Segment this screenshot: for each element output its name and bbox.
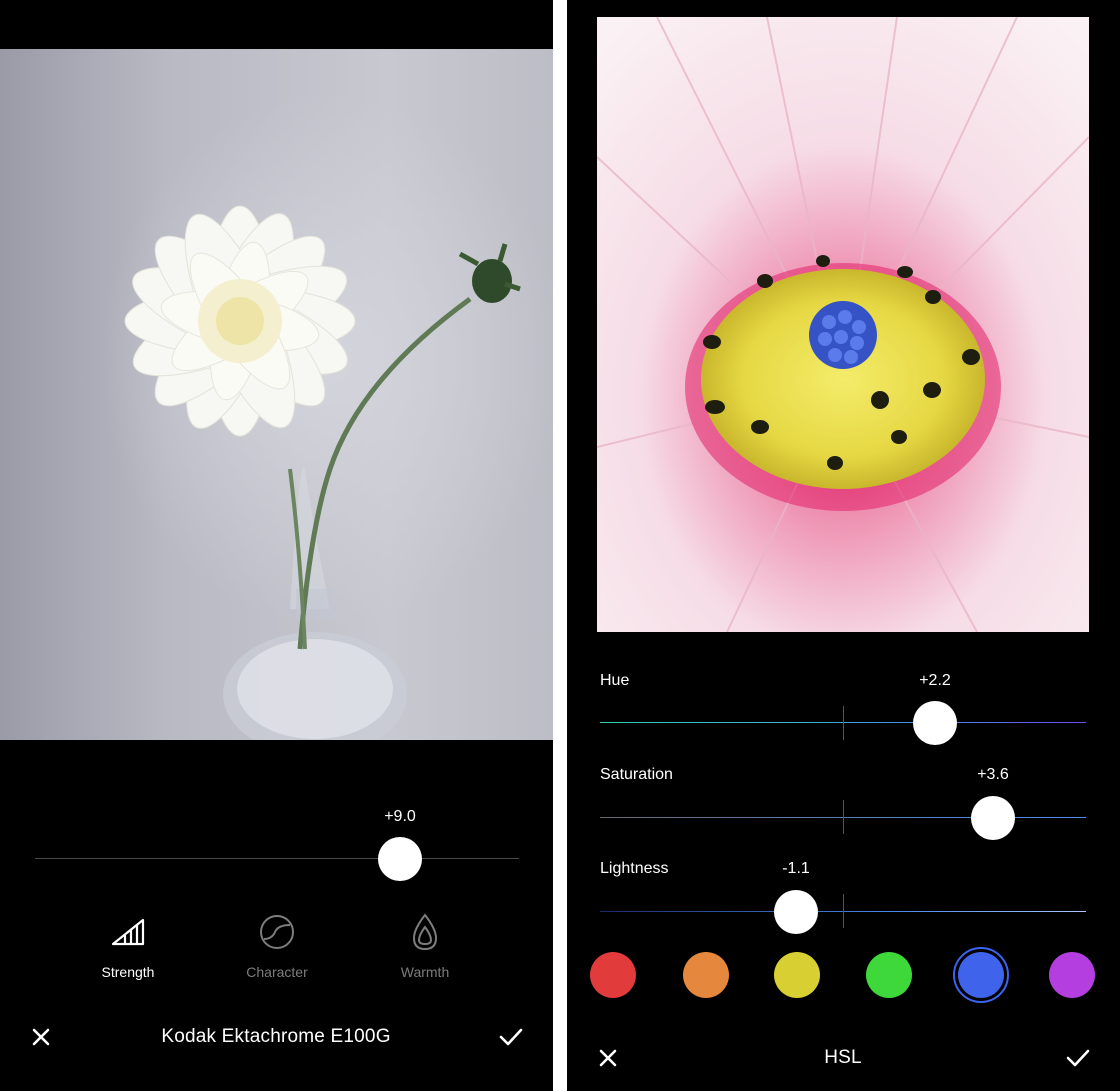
strength-value: +9.0 xyxy=(384,808,416,825)
confirm-button[interactable] xyxy=(496,1022,526,1052)
hue-label: Hue xyxy=(600,672,630,689)
hue-slider-thumb[interactable] xyxy=(913,701,957,745)
close-icon xyxy=(32,1028,50,1046)
tool-character[interactable]: Character xyxy=(217,910,337,980)
character-icon xyxy=(217,910,337,954)
strength-icon xyxy=(68,910,188,954)
tool-warmth-label: Warmth xyxy=(400,964,450,980)
saturation-slider-thumb[interactable] xyxy=(971,796,1015,840)
photo-white-dahlia-in-vase xyxy=(0,49,553,740)
swatch-red[interactable] xyxy=(590,952,636,998)
cancel-button[interactable] xyxy=(593,1043,623,1073)
hsl-title: HSL xyxy=(824,1047,862,1068)
tool-strength[interactable]: Strength xyxy=(68,910,188,980)
swatch-blue[interactable] xyxy=(958,952,1004,998)
lightness-center-tick xyxy=(843,894,844,928)
hsl-screen: Hue +2.2 Saturation +3.6 Lightness -1.1 … xyxy=(567,0,1120,1091)
warmth-icon xyxy=(365,910,485,954)
saturation-label: Saturation xyxy=(600,766,673,783)
close-icon xyxy=(599,1049,617,1067)
preset-title: Kodak Ektachrome E100G xyxy=(161,1026,391,1047)
tool-warmth[interactable]: Warmth xyxy=(365,910,485,980)
lightness-value: -1.1 xyxy=(782,860,810,877)
photo-pink-daisy-closeup xyxy=(597,17,1089,632)
confirm-button[interactable] xyxy=(1063,1043,1093,1073)
cancel-button[interactable] xyxy=(26,1022,56,1052)
hue-center-tick xyxy=(843,706,844,740)
swatch-yellow[interactable] xyxy=(774,952,820,998)
checkmark-icon xyxy=(499,1028,523,1046)
tool-strength-label: Strength xyxy=(101,964,155,980)
saturation-center-tick xyxy=(843,800,844,834)
film-preset-screen: +9.0 Strength Character Warmth Kodak Ekt… xyxy=(0,0,553,1091)
strength-slider-track[interactable] xyxy=(35,858,519,859)
checkmark-icon xyxy=(1066,1049,1090,1067)
swatch-orange[interactable] xyxy=(683,952,729,998)
saturation-value: +3.6 xyxy=(977,766,1009,783)
swatch-green[interactable] xyxy=(866,952,912,998)
lightness-label: Lightness xyxy=(600,860,669,877)
hue-value: +2.2 xyxy=(919,672,951,689)
lightness-slider-thumb[interactable] xyxy=(774,890,818,934)
strength-slider-thumb[interactable] xyxy=(378,837,422,881)
tool-character-label: Character xyxy=(246,964,308,980)
swatch-purple[interactable] xyxy=(1049,952,1095,998)
